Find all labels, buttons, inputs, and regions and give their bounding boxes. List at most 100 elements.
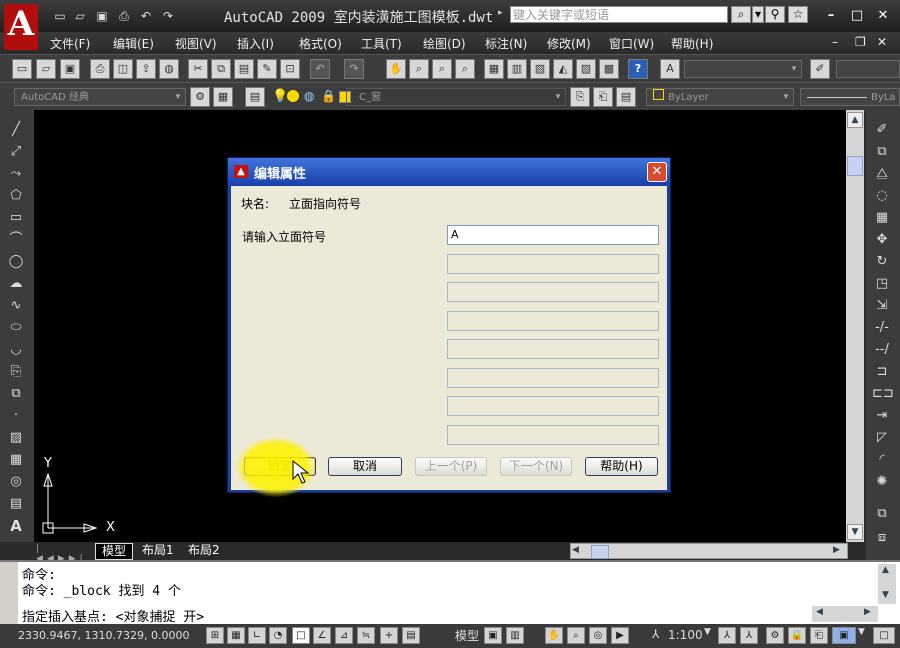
zoom-icon[interactable]: ⌕: [567, 627, 585, 644]
hatch-icon[interactable]: ▨: [6, 428, 26, 448]
maximize-button[interactable]: □: [848, 8, 866, 24]
layer-thaw-icon[interactable]: [287, 90, 299, 102]
menu-help[interactable]: 帮助(H): [671, 35, 713, 52]
circle-icon[interactable]: ◯: [6, 252, 26, 272]
doc-minimize-button[interactable]: –: [832, 35, 838, 49]
scale-dropdown-icon[interactable]: ▼: [704, 627, 711, 637]
scroll-down-icon[interactable]: ▼: [882, 590, 889, 600]
fullscreen-icon[interactable]: □: [873, 627, 895, 644]
auto-scale-icon[interactable]: ⅄: [740, 627, 758, 644]
plot-icon[interactable]: ⎙: [90, 59, 110, 79]
paste-icon[interactable]: ▤: [234, 59, 254, 79]
menu-file[interactable]: 文件(F): [50, 35, 90, 52]
object-snap-tracking-icon[interactable]: ∠: [313, 627, 331, 644]
clean-screen-icon[interactable]: ▣: [832, 627, 856, 644]
mirror-icon[interactable]: ⧋: [872, 164, 892, 184]
doc-restore-button[interactable]: ❐: [855, 35, 866, 49]
attribute-value-input[interactable]: A: [447, 225, 659, 245]
new-file-icon[interactable]: ▭: [52, 9, 68, 23]
command-window[interactable]: 命令: 命令: _block 找到 4 个 指定插入基点: <对象捕捉 开> ▲…: [0, 560, 900, 626]
explode-icon[interactable]: ✺: [872, 472, 892, 492]
undo-icon[interactable]: ↶: [138, 9, 154, 23]
tray-settings-icon[interactable]: ⎗: [810, 627, 828, 644]
plot-preview-icon[interactable]: ◫: [113, 59, 133, 79]
arc-icon[interactable]: ⌒: [6, 230, 26, 250]
workspace-settings-icon[interactable]: ⚙: [190, 87, 210, 107]
break-icon[interactable]: ⊏⊐: [872, 384, 894, 404]
menu-modify[interactable]: 修改(M): [547, 35, 591, 52]
coordinate-readout[interactable]: 2330.9467, 1310.7329, 0.0000: [18, 629, 189, 642]
match-properties-icon[interactable]: ✎: [257, 59, 277, 79]
showmotion-icon[interactable]: ▶: [611, 627, 629, 644]
text-toolbar-icon[interactable]: ⧈: [872, 528, 892, 548]
gradient-icon[interactable]: ▦: [6, 450, 26, 470]
3d-dwf-icon[interactable]: ◍: [159, 59, 179, 79]
tab-nav-arrows[interactable]: |◀◀▶▶|: [36, 544, 92, 564]
dialog-title-bar[interactable]: ▲ 编辑属性 ✕: [228, 158, 670, 186]
layer-previous-icon[interactable]: ⎗: [593, 87, 613, 107]
autocad-logo[interactable]: A: [4, 4, 38, 50]
menu-window[interactable]: 窗口(W): [609, 35, 654, 52]
region-icon[interactable]: ◎: [6, 472, 26, 492]
communication-center-icon[interactable]: ⚲: [765, 6, 785, 23]
point-icon[interactable]: ·: [6, 406, 26, 426]
dim-style-combo[interactable]: [836, 60, 900, 78]
make-block-icon[interactable]: ⧉: [6, 384, 26, 404]
search-icon[interactable]: ⌕: [731, 6, 751, 23]
table-icon[interactable]: ▤: [6, 494, 26, 514]
redo-icon[interactable]: ↷: [160, 9, 176, 23]
quick-view-drawings-icon[interactable]: ▥: [506, 627, 524, 644]
workspace-switching-icon[interactable]: ⚙: [766, 627, 784, 644]
ellipse-arc-icon[interactable]: ◡: [6, 340, 26, 360]
stretch-icon[interactable]: ⇲: [872, 296, 892, 316]
scale-icon[interactable]: ◳: [872, 274, 892, 294]
scroll-right-icon[interactable]: ▶: [833, 545, 840, 555]
ortho-mode-icon[interactable]: ∟: [248, 627, 266, 644]
polar-tracking-icon[interactable]: ◔: [269, 627, 287, 644]
lineweight-icon[interactable]: +: [380, 627, 398, 644]
insert-block-icon[interactable]: ⎘: [6, 362, 26, 382]
construction-line-icon[interactable]: ⤢: [6, 142, 26, 162]
help-button[interactable]: 帮助(H): [585, 457, 658, 476]
workspace-combo[interactable]: AutoCAD 经典 ▾: [14, 88, 186, 106]
object-snap-icon[interactable]: □: [292, 627, 310, 644]
lock-icon[interactable]: 🔒: [788, 627, 806, 644]
qnew-icon[interactable]: ▭: [12, 59, 32, 79]
rotate-icon[interactable]: ↻: [872, 252, 892, 272]
ducs-icon[interactable]: ⊿: [335, 627, 353, 644]
zoom-window-icon[interactable]: ⌕: [432, 59, 452, 79]
vertical-scroll-thumb[interactable]: [847, 156, 863, 176]
scroll-up-icon[interactable]: ▲: [847, 112, 863, 128]
expand-arrow-icon[interactable]: ▸: [498, 8, 503, 18]
polyline-icon[interactable]: ⤳: [6, 164, 26, 184]
horizontal-scroll-thumb[interactable]: [591, 545, 609, 559]
save-icon[interactable]: ▣: [60, 59, 80, 79]
multiline-text-icon[interactable]: A: [6, 516, 26, 536]
save-icon[interactable]: ▣: [94, 9, 110, 23]
polygon-icon[interactable]: ⬠: [6, 186, 26, 206]
open-file-icon[interactable]: ▱: [72, 9, 88, 23]
undo-icon[interactable]: ↶: [310, 59, 330, 79]
layer-combo[interactable]: C_窗 ▾: [346, 88, 566, 106]
line-icon[interactable]: ╱: [6, 120, 26, 140]
scroll-right-icon[interactable]: ▶: [864, 607, 871, 617]
tool-palettes-icon[interactable]: ▧: [530, 59, 550, 79]
menu-edit[interactable]: 编辑(E): [113, 35, 154, 52]
cancel-button[interactable]: 取消: [328, 457, 402, 476]
model-space-label[interactable]: 模型: [455, 627, 479, 644]
snap-mode-icon[interactable]: ⊞: [206, 627, 224, 644]
tab-layout1[interactable]: 布局1: [136, 543, 180, 558]
minimize-button[interactable]: –: [822, 8, 840, 24]
close-button[interactable]: ✕: [874, 8, 892, 24]
array-icon[interactable]: ▦: [872, 208, 892, 228]
command-hscrollbar[interactable]: ◀ ▶: [812, 606, 878, 622]
command-scrollbar[interactable]: ▲ ▼: [878, 564, 896, 604]
print-icon[interactable]: ⎙: [116, 9, 132, 23]
layer-manager-icon[interactable]: ▦: [213, 87, 233, 107]
annotation-scale-value[interactable]: 1:100: [668, 628, 703, 642]
block-editor-icon[interactable]: ⊡: [280, 59, 300, 79]
rectangle-icon[interactable]: ▭: [6, 208, 26, 228]
menu-dimension[interactable]: 标注(N): [485, 35, 527, 52]
command-window-grip[interactable]: [0, 562, 18, 626]
design-center-icon[interactable]: ▥: [507, 59, 527, 79]
